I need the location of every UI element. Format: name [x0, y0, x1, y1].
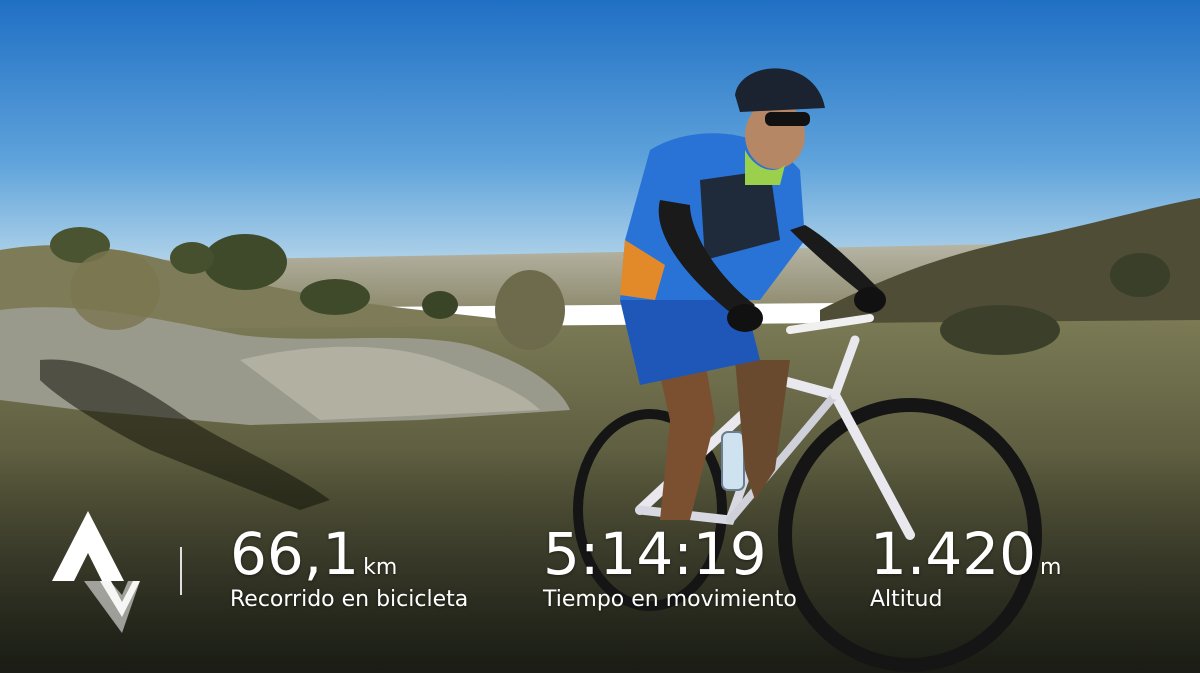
tree — [170, 242, 214, 274]
shrub — [300, 279, 370, 315]
sky — [0, 0, 1200, 270]
shrub — [70, 250, 160, 330]
tree — [203, 234, 287, 290]
shrub — [1110, 253, 1170, 297]
shrub — [495, 270, 565, 350]
shrub — [422, 291, 458, 319]
background-photo — [0, 0, 1200, 673]
shrub — [940, 305, 1060, 355]
